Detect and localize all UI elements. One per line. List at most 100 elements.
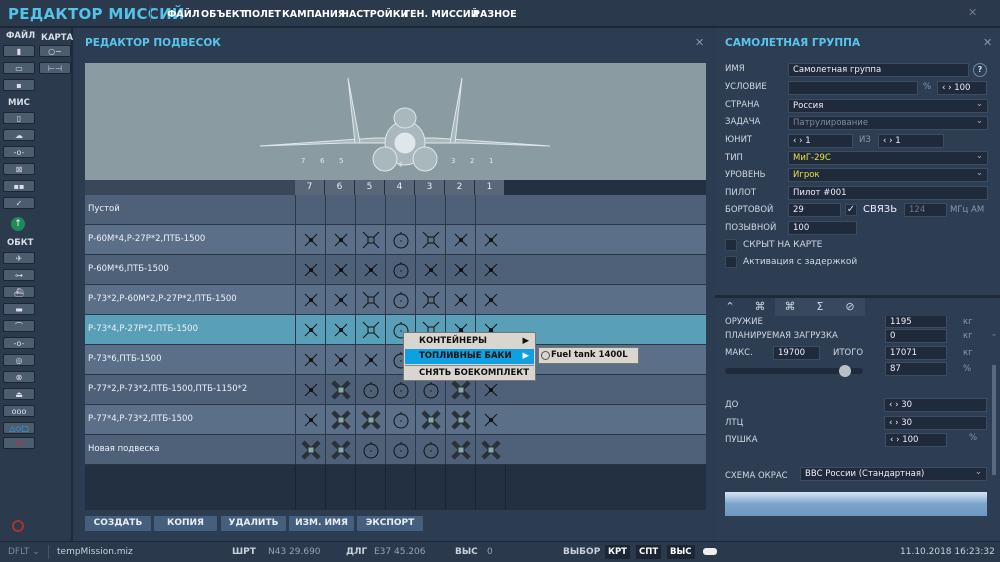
hidden-on-map-checkbox[interactable] — [725, 239, 737, 251]
weather-icon[interactable]: ☁ — [3, 129, 35, 141]
pylon-cell[interactable] — [445, 285, 475, 315]
power-icon[interactable] — [12, 520, 24, 532]
zone-icon[interactable]: ⊠ — [3, 163, 35, 175]
close-icon[interactable]: ✕ — [695, 36, 704, 49]
pylon-cell[interactable] — [295, 345, 325, 375]
pylon-cell[interactable] — [385, 435, 415, 465]
pylon-cell[interactable] — [415, 285, 445, 315]
delete-button[interactable]: УДАЛИТЬ — [221, 516, 286, 531]
table-row[interactable]: Р-77*4,Р-73*2,ПТБ-1500 — [85, 405, 706, 435]
pylon-cell[interactable] — [355, 195, 385, 225]
select-satellite-button[interactable]: СПТ — [636, 545, 662, 559]
delete-icon[interactable]: ✕ — [3, 437, 35, 449]
menu-item-containers[interactable]: КОНТЕЙНЕРЫ ▶ — [405, 334, 534, 349]
waypoint-icon[interactable]: -o- — [3, 337, 35, 349]
gun-stepper[interactable]: ‹ › 100 — [885, 433, 947, 447]
table-row[interactable]: Пустой — [85, 195, 706, 225]
trigger-switch-icon[interactable]: -o- — [3, 146, 35, 158]
select-map-button[interactable]: КРТ — [605, 545, 630, 559]
menu-mission-gen[interactable]: ГЕН. МИССИЙ — [404, 9, 479, 20]
airbase-icon[interactable]: ⏏ — [3, 388, 35, 400]
scrollbar[interactable]: ⌃ — [991, 333, 997, 533]
pylon-cell[interactable] — [445, 405, 475, 435]
pylon-cell[interactable] — [445, 195, 475, 225]
pylon-cell[interactable] — [295, 225, 325, 255]
copy-button[interactable]: КОПИЯ — [154, 516, 217, 531]
type-select[interactable]: МиГ-29С — [788, 150, 988, 165]
tail-number-input[interactable]: 29 — [788, 203, 841, 217]
menu-item-fuel-tank-1400[interactable]: Fuel tank 1400L — [551, 350, 628, 360]
help-icon[interactable]: ? — [973, 63, 987, 77]
name-input[interactable]: Самолетная группа — [788, 63, 969, 77]
pylon-cell[interactable] — [355, 345, 385, 375]
menu-object[interactable]: ОБЪЕКТ — [201, 9, 246, 20]
pylon-cell[interactable] — [355, 405, 385, 435]
menu-flight[interactable]: ПОЛЕТ — [244, 9, 281, 20]
pylon-cell[interactable] — [295, 375, 325, 405]
slider-handle[interactable] — [839, 365, 852, 377]
late-activation-checkbox[interactable] — [725, 256, 737, 268]
pylon-cell[interactable] — [295, 255, 325, 285]
pylon-cell[interactable] — [445, 435, 475, 465]
pylon-cell[interactable] — [325, 405, 355, 435]
unit-stepper[interactable]: ‹ › 1 — [788, 134, 853, 148]
pylon-cell[interactable] — [325, 285, 355, 315]
rings-icon[interactable]: ooo — [3, 405, 35, 417]
clipboard-icon[interactable]: ▯ — [3, 112, 35, 124]
close-icon[interactable]: ✕ — [983, 36, 992, 49]
pylon-cell[interactable] — [295, 435, 325, 465]
pylon-cell[interactable] — [415, 225, 445, 255]
pylon-cell[interactable] — [325, 255, 355, 285]
pylon-cell[interactable] — [385, 225, 415, 255]
pylon-cell[interactable] — [475, 255, 505, 285]
fuel-percent-input[interactable]: 87 — [885, 362, 947, 376]
tab-payload[interactable]: ⌘ — [745, 298, 775, 316]
export-button[interactable]: ЭКСПОРТ — [357, 516, 423, 531]
pylon-cell[interactable] — [475, 285, 505, 315]
pylon-cell[interactable] — [475, 405, 505, 435]
pylon-cell[interactable] — [355, 285, 385, 315]
rename-button[interactable]: ИЗМ. ИМЯ — [289, 516, 354, 531]
livery-select[interactable]: ВВС России (Стандартная) — [800, 466, 987, 481]
save-icon[interactable]: ▪ — [3, 79, 35, 91]
table-row[interactable]: Р-73*2,Р-60М*2,Р-27Р*2,ПТБ-1500 — [85, 285, 706, 315]
shapes-icon[interactable]: △◇□ — [3, 422, 35, 434]
pylon-cell[interactable] — [325, 345, 355, 375]
unit-total-stepper[interactable]: ‹ › 1 — [878, 134, 944, 148]
pylon-cell[interactable] — [415, 435, 445, 465]
pylon-cell[interactable] — [355, 435, 385, 465]
menu-campaign[interactable]: КАМПАНИЯ — [282, 9, 345, 20]
flare-stepper[interactable]: ‹ › 30 — [884, 416, 987, 430]
table-row[interactable]: Р-77*2,Р-73*2,ПТБ-1500,ПТБ-1150*2 — [85, 375, 706, 405]
pylon-cell[interactable] — [475, 195, 505, 225]
pylon-cell[interactable] — [415, 255, 445, 285]
pylon-cell[interactable] — [325, 435, 355, 465]
pylon-cell[interactable] — [295, 285, 325, 315]
condition-input[interactable] — [788, 81, 918, 95]
radio-checkbox[interactable]: ✓ — [845, 204, 857, 216]
airplane-icon[interactable]: ✈ — [3, 252, 35, 264]
pylon-cell[interactable] — [325, 225, 355, 255]
helicopter-icon[interactable]: ⊶ — [3, 269, 35, 281]
close-icon[interactable]: ✕ — [968, 6, 977, 19]
profile-select[interactable]: DFLT ⌄ — [8, 547, 40, 557]
pylon-cell[interactable] — [475, 225, 505, 255]
pylon-cell[interactable] — [415, 405, 445, 435]
pylon-cell[interactable] — [475, 435, 505, 465]
pylon-cell[interactable] — [445, 255, 475, 285]
pylon-cell[interactable] — [325, 375, 355, 405]
pylon-cell[interactable] — [295, 195, 325, 225]
new-file-icon[interactable]: ▮ — [3, 45, 35, 57]
pylon-cell[interactable] — [325, 315, 355, 345]
menu-item-remove-weapons[interactable]: СНЯТЬ БОЕКОМПЛЕКТ — [405, 366, 534, 381]
tab-properties[interactable]: ⌘ — [775, 298, 805, 316]
callsign-input[interactable]: 100 — [788, 221, 857, 235]
pylon-cell[interactable] — [295, 315, 325, 345]
open-folder-icon[interactable]: ▭ — [3, 62, 35, 74]
target-icon[interactable]: ◎ — [3, 354, 35, 366]
condition-percent-stepper[interactable]: ‹ › 100 — [937, 81, 987, 95]
scroll-up-icon[interactable]: ⌃ — [991, 333, 997, 341]
scrollbar-thumb[interactable] — [992, 365, 996, 475]
toggle-icon[interactable] — [703, 548, 717, 555]
tab-summary[interactable]: Σ — [805, 298, 835, 316]
